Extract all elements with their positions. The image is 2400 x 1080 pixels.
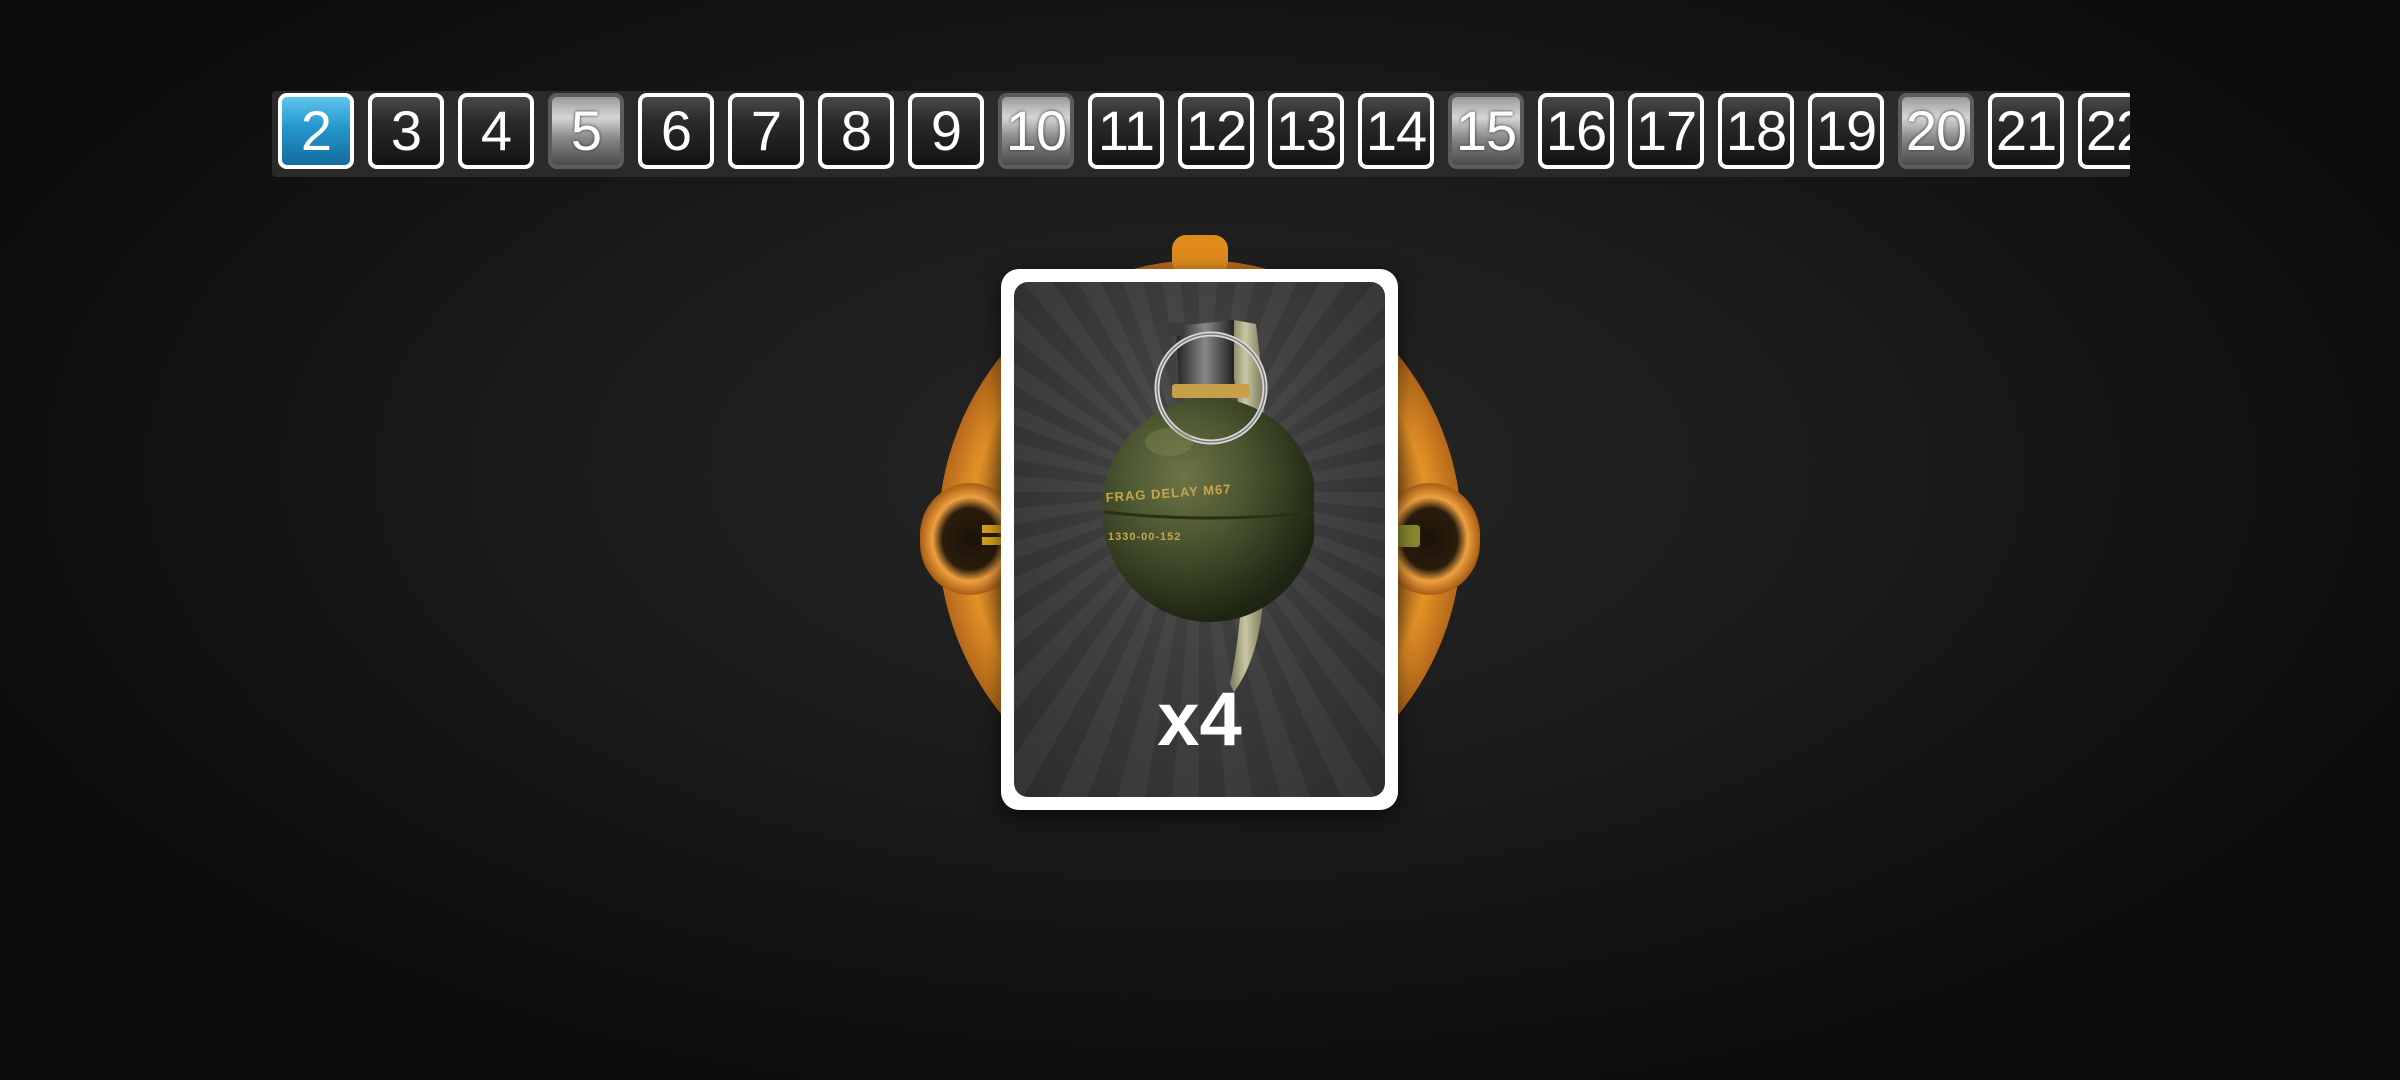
day-tab-11[interactable]: 11 bbox=[1088, 93, 1164, 169]
day-tab-8[interactable]: 8 bbox=[818, 93, 894, 169]
grenade-marking-2: 1330-00-152 bbox=[1108, 531, 1181, 543]
day-tab-21[interactable]: 21 bbox=[1988, 93, 2064, 169]
day-tab-6[interactable]: 6 bbox=[638, 93, 714, 169]
day-tab-19[interactable]: 19 bbox=[1808, 93, 1884, 169]
reward-card[interactable]: FRAG DELAY M67 1330-00-152 x4 bbox=[1001, 269, 1398, 810]
day-tab-17[interactable]: 17 bbox=[1628, 93, 1704, 169]
day-tab-22[interactable]: 22 bbox=[2078, 93, 2130, 169]
daily-reward-screen: 2345678910111213141516171819202122 bbox=[0, 0, 2400, 1080]
day-tab-7[interactable]: 7 bbox=[728, 93, 804, 169]
day-tab-14[interactable]: 14 bbox=[1358, 93, 1434, 169]
day-tab-12[interactable]: 12 bbox=[1178, 93, 1254, 169]
frag-grenade-icon: FRAG DELAY M67 1330-00-152 bbox=[1102, 320, 1314, 692]
reward-quantity: x4 bbox=[1157, 677, 1242, 762]
day-tab-10[interactable]: 10 bbox=[998, 93, 1074, 169]
day-tab-9[interactable]: 9 bbox=[908, 93, 984, 169]
day-tab-15[interactable]: 15 bbox=[1448, 93, 1524, 169]
day-tab-16[interactable]: 16 bbox=[1538, 93, 1614, 169]
day-tab-3[interactable]: 3 bbox=[368, 93, 444, 169]
day-tab-13[interactable]: 13 bbox=[1268, 93, 1344, 169]
day-tab-20[interactable]: 20 bbox=[1898, 93, 1974, 169]
day-tab-4[interactable]: 4 bbox=[458, 93, 534, 169]
reward-card-inner: FRAG DELAY M67 1330-00-152 x4 bbox=[1014, 282, 1385, 797]
day-tab-18[interactable]: 18 bbox=[1718, 93, 1794, 169]
day-tab-2[interactable]: 2 bbox=[278, 93, 354, 169]
day-tab-strip[interactable]: 2345678910111213141516171819202122 bbox=[272, 91, 2130, 177]
day-tab-5[interactable]: 5 bbox=[548, 93, 624, 169]
